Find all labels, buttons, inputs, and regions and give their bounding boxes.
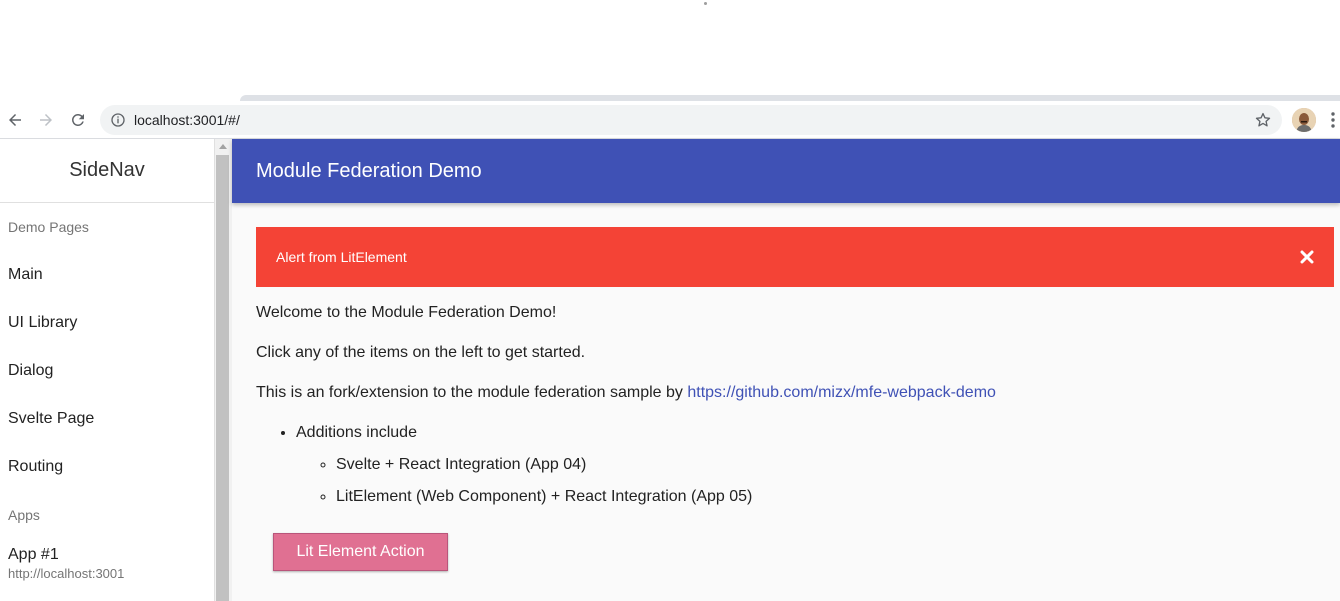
github-link[interactable]: https://github.com/mizx/mfe-webpack-demo <box>687 384 996 401</box>
address-bar[interactable]: localhost:3001/#/ <box>100 105 1282 135</box>
arrow-right-icon <box>40 114 52 126</box>
app-1-label: App #1 <box>8 545 59 563</box>
additions-label: Additions include <box>296 424 417 441</box>
person-icon <box>1292 108 1316 132</box>
sidenav-title: SideNav <box>0 139 214 203</box>
welcome-text: Welcome to the Module Federation Demo! <box>256 304 557 321</box>
lit-element-action-button[interactable]: Lit Element Action <box>273 533 448 571</box>
content: Alert from LitElement Welcome to the Mod… <box>232 203 1340 571</box>
profile-avatar[interactable] <box>1292 108 1316 132</box>
url-text[interactable]: localhost:3001/#/ <box>134 112 240 128</box>
subheader-apps: Apps <box>8 507 40 523</box>
forward-button[interactable] <box>35 109 57 131</box>
main-area: Module Federation Demo Alert from LitEle… <box>232 139 1340 601</box>
list-item: LitElement (Web Component) + React Integ… <box>336 485 1334 509</box>
scroll-up-arrow-icon[interactable] <box>219 144 227 149</box>
close-icon[interactable] <box>1300 250 1314 264</box>
scrollbar-thumb[interactable] <box>216 155 229 601</box>
additions-sublist: Svelte + React Integration (App 04) LitE… <box>296 453 1334 509</box>
window-top-area <box>0 0 1340 96</box>
sidebar-item-main[interactable]: Main <box>0 251 214 299</box>
subheader-demo-pages: Demo Pages <box>8 219 89 235</box>
reload-button[interactable] <box>67 109 89 131</box>
list-item: Svelte + React Integration (App 04) <box>336 453 1334 477</box>
app-1-url: http://localhost:3001 <box>8 565 125 581</box>
fork-text: This is an fork/extension to the module … <box>256 384 683 401</box>
reload-icon <box>71 113 84 126</box>
sidebar-item-routing[interactable]: Routing <box>0 443 214 491</box>
additions-list: Additions include Svelte + React Integra… <box>256 421 1334 509</box>
arrow-left-icon <box>9 114 21 126</box>
page-title: Module Federation Demo <box>256 159 482 182</box>
back-button[interactable] <box>4 109 26 131</box>
info-icon[interactable] <box>110 112 126 128</box>
alert-banner: Alert from LitElement <box>256 227 1334 287</box>
more-vert-icon[interactable] <box>1330 111 1336 129</box>
browser-toolbar: localhost:3001/#/ <box>0 101 1340 139</box>
sidebar-item-dialog[interactable]: Dialog <box>0 347 214 395</box>
sidebar-item-ui-library[interactable]: UI Library <box>0 299 214 347</box>
sidebar-item-app-1[interactable]: App #1 http://localhost:3001 <box>0 539 214 587</box>
sidebar-item-svelte-page[interactable]: Svelte Page <box>0 395 214 443</box>
list-item: Additions include Svelte + React Integra… <box>296 421 1334 509</box>
sidenav: SideNav Demo Pages Main UI Library Dialo… <box>0 139 215 601</box>
sidenav-scrollbar[interactable] <box>215 139 232 601</box>
alert-text: Alert from LitElement <box>276 249 407 265</box>
fork-paragraph: This is an fork/extension to the module … <box>256 381 1334 405</box>
app-header: Module Federation Demo <box>232 139 1340 203</box>
star-icon[interactable] <box>1254 111 1272 129</box>
top-dot <box>704 2 707 5</box>
instructions-text: Click any of the items on the left to ge… <box>256 344 586 361</box>
